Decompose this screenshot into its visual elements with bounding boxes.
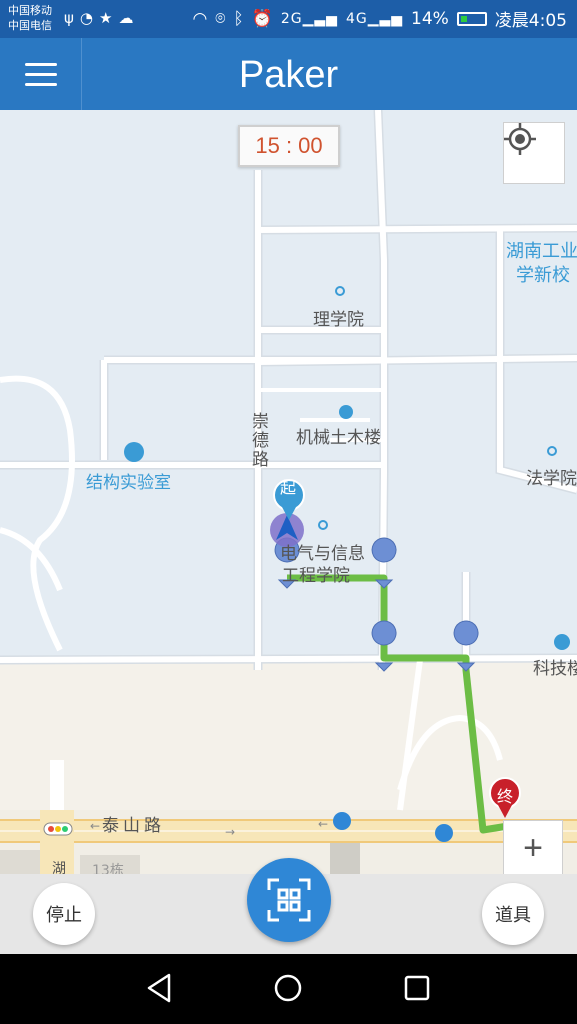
label-road-hu: 湖 [52, 861, 66, 874]
carrier-1: 中国移动 [8, 4, 52, 17]
label-mech: 机械土木楼 [296, 428, 381, 448]
map-view[interactable]: ← → ← 理学院 机械土木楼 结构实验室 湖南工业 学新校 法学院 电气与信息… [0, 110, 577, 874]
label-struct-lab: 结构实验室 [86, 473, 171, 493]
wifi-icon: ◠ [192, 8, 208, 29]
qr-scan-icon [267, 878, 311, 922]
carrier-info: 中国移动 中国电信 [8, 3, 52, 33]
app-bar: Paker [0, 38, 577, 110]
svg-text:→: → [225, 825, 235, 839]
zoom-in-button[interactable]: + [503, 820, 563, 874]
bluetooth-icon: ᛒ [233, 8, 244, 29]
carrier-2: 中国电信 [8, 19, 52, 32]
traffic-light-icon [43, 822, 73, 836]
label-hunan-2: 学新校 [516, 265, 570, 286]
label-science: 理学院 [313, 310, 364, 330]
cloud-icon: ☁ [118, 9, 134, 27]
scan-button[interactable] [247, 858, 331, 942]
usb-icon: ψ [64, 9, 74, 27]
back-icon[interactable] [145, 972, 175, 1004]
props-button[interactable]: 道具 [482, 883, 544, 945]
location-icon: ⌾ [215, 8, 226, 29]
alarm-icon: ⏰ [251, 8, 273, 29]
battery-icon [456, 11, 487, 26]
clock: 凌晨4:05 [494, 11, 567, 31]
label-building-13: 13栋 [92, 863, 124, 874]
recents-icon[interactable] [402, 972, 432, 1004]
svg-text:←: ← [318, 817, 328, 831]
locate-button[interactable] [503, 122, 565, 184]
stop-button[interactable]: 停止 [33, 883, 95, 945]
svg-text:←: ← [90, 819, 100, 833]
signal-2g: 2G▁▃▅ [280, 10, 338, 27]
start-marker-label: 起 [280, 478, 297, 497]
signal-4g: 4G▁▃▅ [345, 10, 404, 27]
notification-icons: ψ ◔ ★ ☁ [64, 9, 133, 27]
system-status: ◠ ⌾ ᛒ ⏰ 2G▁▃▅ 4G▁▃▅ 14% 凌晨4:05 [192, 6, 567, 32]
app-title: Paker [238, 54, 339, 96]
label-road-taishan: 泰山路 [102, 816, 165, 836]
home-icon[interactable] [272, 972, 304, 1004]
label-road-chongde: 崇德路 [248, 412, 268, 469]
label-elec-2: 工程学院 [282, 566, 350, 586]
locate-icon [504, 123, 536, 155]
status-bar: 中国移动 中国电信 ψ ◔ ★ ☁ ◠ ⌾ ᛒ ⏰ 2G▁▃▅ 4G▁▃▅ 14… [0, 0, 577, 38]
label-tech: 科技楼 [533, 659, 577, 679]
countdown-timer: 15 : 00 [238, 125, 340, 167]
end-marker-label: 终 [497, 787, 514, 806]
label-hunan-1: 湖南工业 [506, 241, 577, 262]
star-app-icon: ★ [99, 9, 113, 27]
sync-icon: ◔ [79, 9, 93, 27]
battery-percent: 14% [411, 8, 449, 29]
system-nav-bar [0, 954, 577, 1024]
zoom-in-icon: + [523, 828, 543, 867]
label-law: 法学院 [526, 469, 577, 489]
